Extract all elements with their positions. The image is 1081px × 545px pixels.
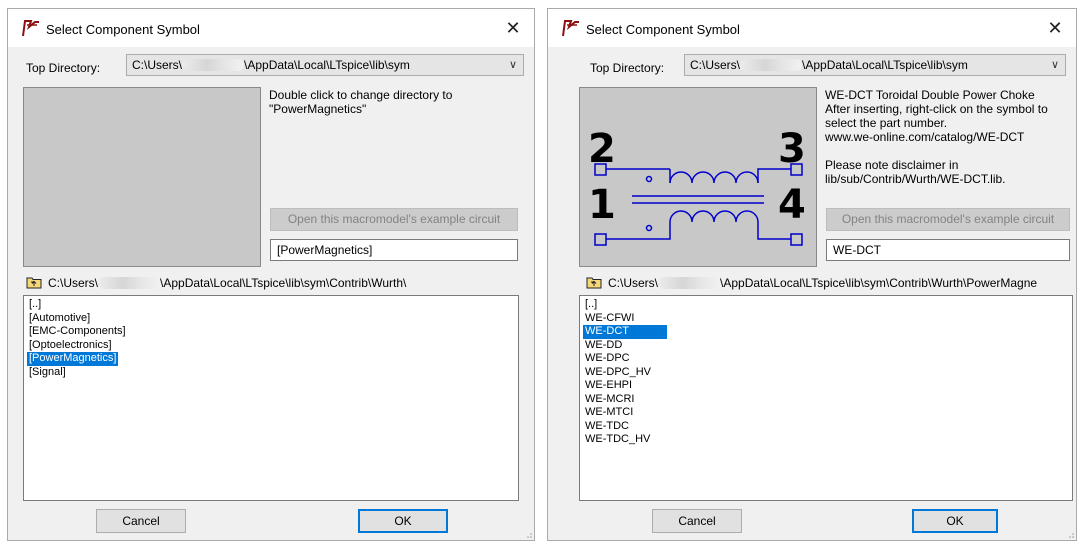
symbol-description: Double click to change directory to "Pow… — [269, 88, 453, 116]
top-directory-prefix: C:\Users\ — [690, 58, 741, 72]
list-item[interactable]: [PowerMagnetics] — [25, 351, 120, 367]
select-component-dialog-left: Select Component Symbol ✕ Top Directory:… — [7, 8, 535, 541]
top-directory-prefix: C:\Users\ — [132, 58, 183, 72]
path-prefix: C:\Users\ — [608, 276, 659, 290]
ok-button[interactable]: OK — [912, 509, 998, 533]
list-item[interactable]: WE-DCT — [582, 324, 668, 340]
symbol-list: [..] WE-CFWI WE-DCT WE-DD WE-DPC WE-DPC_HV WE-… — [580, 296, 1072, 447]
path-suffix: \AppData\Local\LTspice\lib\sym\Contrib\W… — [720, 276, 1038, 290]
top-directory-combo[interactable]: C:\Users\ \AppData\Local\LTspice\lib\sym … — [126, 54, 524, 76]
ok-button[interactable]: OK — [358, 509, 448, 533]
ltspice-app-icon — [22, 20, 39, 37]
pin-2-label: 2 — [588, 126, 616, 172]
pin-4-box — [790, 233, 803, 246]
folder-up-icon[interactable] — [586, 276, 602, 289]
polarity-dot-bottom — [645, 224, 653, 232]
title-bar: Select Component Symbol ✕ — [8, 9, 534, 47]
open-example-circuit-button[interactable]: Open this macromodel's example circuit — [826, 208, 1070, 231]
path-suffix: \AppData\Local\LTspice\lib\sym\Contrib\W… — [160, 276, 407, 290]
folder-up-icon[interactable] — [26, 276, 42, 289]
redacted-username — [658, 277, 721, 289]
top-directory-suffix: \AppData\Local\LTspice\lib\sym — [802, 58, 968, 72]
we-dct-choke-symbol: 2 3 1 4 — [588, 126, 806, 246]
list-item[interactable]: [EMC-Components] — [27, 325, 128, 339]
list-item[interactable]: [Optoelectronics] — [27, 339, 114, 353]
list-item[interactable]: [Automotive] — [27, 312, 111, 326]
close-icon[interactable]: ✕ — [500, 17, 526, 39]
directory-list: [..] [Automotive] [EMC-Components] [Optoele… — [24, 296, 518, 379]
symbol-name-field[interactable]: [PowerMagnetics] — [270, 239, 518, 261]
close-icon[interactable]: ✕ — [1042, 17, 1068, 39]
top-directory-label: Top Directory: — [590, 61, 665, 75]
current-path: C:\Users\ \AppData\Local\LTspice\lib\sym\… — [26, 274, 526, 292]
chevron-down-icon[interactable]: ∨ — [509, 55, 517, 75]
redacted-username — [98, 277, 161, 289]
chevron-down-icon[interactable]: ∨ — [1051, 55, 1059, 75]
pin-4-label: 4 — [778, 182, 806, 228]
list-item[interactable]: WE-TDC — [583, 420, 667, 434]
list-item[interactable]: WE-DPC_HV — [583, 366, 667, 380]
bottom-winding — [669, 210, 759, 223]
symbol-description: WE-DCT Toroidal Double Power Choke After… — [825, 88, 1048, 186]
list-item[interactable]: WE-DD — [583, 339, 667, 353]
list-item[interactable]: [Signal] — [27, 366, 111, 380]
directory-listbox[interactable]: [..] [Automotive] [EMC-Components] [Optoele… — [23, 295, 519, 501]
list-item[interactable]: WE-EHPI — [583, 379, 667, 393]
select-component-dialog-right: Select Component Symbol ✕ Top Directory:… — [547, 8, 1077, 541]
open-example-circuit-button[interactable]: Open this macromodel's example circuit — [270, 208, 518, 231]
resize-grip-icon[interactable] — [1066, 530, 1074, 538]
core-lines — [632, 195, 764, 204]
top-directory-suffix: \AppData\Local\LTspice\lib\sym — [244, 58, 410, 72]
symbol-preview: 2 3 1 4 — [579, 87, 817, 267]
redacted-username — [182, 59, 245, 71]
list-item[interactable]: WE-DPC — [583, 352, 667, 366]
symbol-preview — [23, 87, 261, 267]
polarity-dot-top — [645, 175, 653, 183]
current-path: C:\Users\ \AppData\Local\LTspice\lib\sym\… — [586, 274, 1074, 292]
list-item[interactable]: [..] — [583, 298, 667, 312]
path-prefix: C:\Users\ — [48, 276, 99, 290]
redacted-username — [740, 59, 803, 71]
dialog-title: Select Component Symbol — [46, 22, 200, 37]
ltspice-app-icon — [562, 20, 579, 37]
symbol-listbox[interactable]: [..] WE-CFWI WE-DCT WE-DD WE-DPC WE-DPC_HV WE-… — [579, 295, 1073, 501]
list-item[interactable]: WE-MTCI — [583, 406, 667, 420]
top-winding — [669, 171, 759, 184]
cancel-button[interactable]: Cancel — [652, 509, 742, 533]
dialog-title: Select Component Symbol — [586, 22, 740, 37]
symbol-name-field[interactable]: WE-DCT — [826, 239, 1070, 261]
pin-1-box — [594, 233, 607, 246]
resize-grip-icon[interactable] — [524, 530, 532, 538]
list-item[interactable]: [..] — [27, 298, 111, 312]
list-item[interactable]: WE-CFWI — [583, 312, 667, 326]
title-bar: Select Component Symbol ✕ — [548, 9, 1076, 47]
list-item[interactable]: WE-TDC_HV — [583, 433, 667, 447]
top-directory-combo[interactable]: C:\Users\ \AppData\Local\LTspice\lib\sym … — [684, 54, 1066, 76]
pin-1-label: 1 — [588, 182, 616, 228]
list-item[interactable]: WE-MCRI — [583, 393, 667, 407]
cancel-button[interactable]: Cancel — [96, 509, 186, 533]
top-directory-label: Top Directory: — [26, 61, 101, 75]
